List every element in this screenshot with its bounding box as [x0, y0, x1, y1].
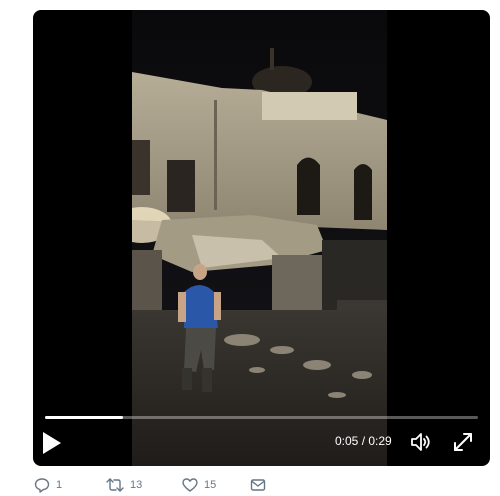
play-icon: [41, 430, 63, 456]
reply-icon: [34, 477, 50, 493]
like-icon: [182, 477, 198, 493]
video-frame[interactable]: [132, 10, 387, 466]
direct-message-icon: [250, 477, 266, 493]
volume-button[interactable]: [409, 430, 433, 454]
reply-count: 1: [56, 479, 63, 491]
fullscreen-icon: [451, 430, 475, 454]
tweet-actions: 1 13 15: [34, 476, 334, 494]
video-player[interactable]: 0:05 / 0:29: [33, 10, 490, 466]
progress-bar-fill: [45, 416, 123, 419]
fullscreen-button[interactable]: [451, 430, 475, 454]
play-button[interactable]: [41, 430, 63, 456]
current-time: 0:05: [335, 434, 359, 448]
video-time: 0:05 / 0:29: [335, 434, 392, 448]
retweet-count: 13: [130, 479, 143, 491]
retweet-button[interactable]: 13: [106, 476, 142, 494]
direct-message-button[interactable]: [250, 476, 266, 494]
like-button[interactable]: 15: [182, 476, 216, 494]
progress-bar[interactable]: [45, 416, 478, 419]
like-count: 15: [204, 479, 217, 491]
reply-button[interactable]: 1: [34, 476, 62, 494]
retweet-icon: [106, 477, 124, 493]
time-separator: /: [358, 434, 369, 448]
video-still-image: [132, 10, 387, 466]
volume-icon: [409, 430, 433, 454]
duration: 0:29: [368, 434, 392, 448]
